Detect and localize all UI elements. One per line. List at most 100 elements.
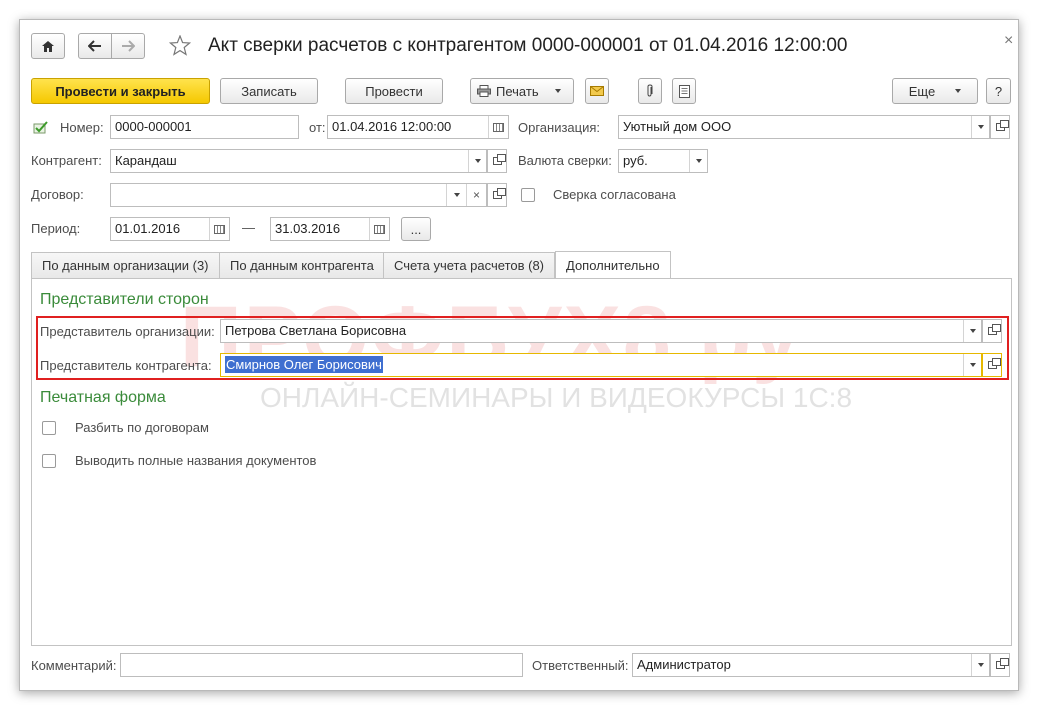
period-from-field[interactable]: 01.01.2016: [110, 217, 230, 241]
calendar-icon: [214, 224, 225, 234]
organization-open-button[interactable]: [990, 115, 1010, 139]
contract-open-button[interactable]: [487, 183, 507, 207]
contractor-value: Карандаш: [115, 153, 177, 168]
split-by-contracts-label: Разбить по договорам: [75, 420, 209, 435]
period-to-field[interactable]: 31.03.2016: [270, 217, 390, 241]
period-from-calendar-button[interactable]: [209, 218, 229, 240]
window-title: Акт сверки расчетов с контрагентом 0000-…: [208, 35, 848, 56]
responsible-value: Администратор: [637, 657, 731, 672]
chevron-down-icon: [977, 125, 984, 129]
number-field[interactable]: 0000-000001: [110, 115, 299, 139]
open-form-icon: [492, 154, 506, 165]
date-label: от:: [309, 120, 326, 135]
watermark-tagline: ОНЛАЙН-СЕМИНАРЫ И ВИДЕОКУРСЫ 1С:8: [260, 382, 853, 413]
print-form-section-title: Печатная форма: [40, 389, 166, 406]
organization-value: Уютный дом ООО: [623, 119, 732, 134]
contractor-representative-value: Смирнов Олег Борисович: [225, 356, 383, 373]
email-button[interactable]: [585, 78, 609, 104]
contractor-dropdown-button[interactable]: [468, 150, 486, 172]
contractor-field[interactable]: Карандаш: [110, 149, 487, 173]
home-button[interactable]: [31, 33, 65, 59]
contractor-open-button[interactable]: [487, 149, 507, 173]
paperclip-icon: [647, 84, 653, 97]
tab-additional[interactable]: Дополнительно: [555, 251, 671, 279]
home-icon: [42, 40, 54, 52]
calendar-icon: [374, 224, 385, 234]
arrow-left-icon: [88, 40, 101, 52]
post-and-close-button[interactable]: Провести и закрыть: [31, 78, 210, 104]
number-label: Номер:: [60, 120, 104, 135]
open-form-icon: [492, 188, 506, 199]
responsible-label: Ответственный:: [532, 658, 629, 673]
save-button[interactable]: Записать: [220, 78, 318, 104]
more-button[interactable]: Еще: [892, 78, 978, 104]
period-select-button[interactable]: ...: [401, 217, 431, 241]
contractor-label: Контрагент:: [31, 153, 102, 168]
chevron-down-icon: [969, 363, 976, 367]
org-representative-field[interactable]: Петрова Светлана Борисовна: [220, 319, 982, 343]
organization-label: Организация:: [518, 120, 601, 135]
responsible-dropdown-button[interactable]: [971, 654, 989, 676]
organization-dropdown-button[interactable]: [971, 116, 989, 138]
favorite-star-icon[interactable]: [169, 35, 191, 56]
document-view-button[interactable]: [672, 78, 696, 104]
close-icon[interactable]: ×: [1004, 32, 1013, 50]
currency-label: Валюта сверки:: [518, 153, 612, 168]
chevron-down-icon: [453, 193, 460, 197]
responsible-open-button[interactable]: [990, 653, 1010, 677]
representatives-section-title: Представители сторон: [40, 291, 209, 308]
reconciliation-agreed-checkbox[interactable]: [521, 188, 535, 202]
back-button[interactable]: [78, 33, 112, 59]
responsible-field[interactable]: Администратор: [632, 653, 990, 677]
chevron-down-icon: [977, 663, 984, 667]
split-by-contracts-checkbox[interactable]: [42, 421, 56, 435]
contractor-representative-field[interactable]: Смирнов Олег Борисович: [220, 353, 982, 377]
open-form-icon: [987, 324, 1001, 335]
calendar-icon: [493, 122, 504, 132]
contractor-representative-open-button[interactable]: [982, 353, 1002, 377]
org-representative-open-button[interactable]: [982, 319, 1002, 343]
posted-check-icon: [33, 121, 48, 134]
contract-clear-button[interactable]: ×: [466, 184, 486, 206]
arrow-right-icon: [122, 40, 135, 52]
period-to-calendar-button[interactable]: [369, 218, 389, 240]
forward-button[interactable]: [111, 33, 145, 59]
contractor-representative-dropdown-button[interactable]: [963, 354, 981, 376]
document-window: Акт сверки расчетов с контрагентом 0000-…: [19, 19, 1019, 691]
post-button[interactable]: Провести: [345, 78, 443, 104]
currency-field[interactable]: руб.: [618, 149, 708, 173]
tab-contractor-data[interactable]: По данным контрагента: [219, 252, 385, 278]
print-button[interactable]: Печать: [470, 78, 574, 104]
chevron-down-icon: [969, 329, 976, 333]
print-label: Печать: [496, 83, 539, 99]
envelope-icon: [590, 86, 604, 96]
org-representative-dropdown-button[interactable]: [963, 320, 981, 342]
chevron-down-icon: [474, 159, 481, 163]
open-form-icon: [995, 120, 1009, 131]
comment-field[interactable]: [120, 653, 523, 677]
full-doc-names-checkbox[interactable]: [42, 454, 56, 468]
calendar-button[interactable]: [488, 116, 508, 138]
organization-field[interactable]: Уютный дом ООО: [618, 115, 990, 139]
contractor-representative-label: Представитель контрагента:: [40, 358, 212, 373]
tab-organization-data[interactable]: По данным организации (3): [31, 252, 220, 278]
attach-button[interactable]: [638, 78, 662, 104]
org-representative-label: Представитель организации:: [40, 324, 215, 339]
date-value: 01.04.2016 12:00:00: [332, 119, 452, 134]
chevron-down-icon: [554, 89, 561, 93]
contract-field[interactable]: ×: [110, 183, 487, 207]
clear-x-icon: ×: [472, 188, 480, 202]
period-dash: —: [242, 220, 255, 235]
chevron-down-icon: [955, 89, 962, 93]
open-form-icon: [995, 658, 1009, 669]
contract-dropdown-button[interactable]: [446, 184, 466, 206]
date-field[interactable]: 01.04.2016 12:00:00: [327, 115, 509, 139]
reconciliation-agreed-label: Сверка согласована: [553, 187, 676, 202]
open-form-icon: [987, 358, 1001, 369]
currency-dropdown-button[interactable]: [689, 150, 707, 172]
org-representative-value: Петрова Светлана Борисовна: [225, 323, 407, 338]
tab-accounts[interactable]: Счета учета расчетов (8): [383, 252, 556, 278]
help-button[interactable]: ?: [986, 78, 1011, 104]
full-doc-names-label: Выводить полные названия документов: [75, 453, 317, 468]
currency-value: руб.: [623, 153, 648, 168]
